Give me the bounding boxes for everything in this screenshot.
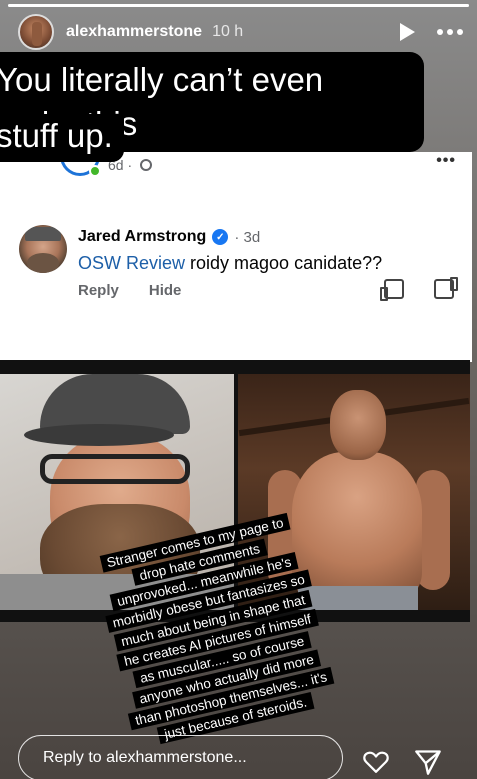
story-header: alexhammerstone 10 h [18,12,463,52]
story-progress-bar [8,4,469,7]
comment-actions: Reply Hide [78,282,181,299]
globe-icon [140,159,153,171]
verified-badge-icon: ✓ [212,229,229,245]
reply-placeholder: Reply to alexhammerstone... [43,749,247,766]
comment-time: · 3d [234,228,261,246]
send-icon[interactable] [414,748,442,776]
comment-screenshot: 6d · ••• Jared Armstrong ✓ · 3d OSW Revi… [0,152,472,362]
comment-body: roidy magoo canidate?? [185,253,383,273]
card-more-icon: ••• [436,152,456,169]
hide-action: Hide [148,282,182,299]
more-options-icon[interactable] [437,29,463,35]
story-time: 10 h [212,23,244,40]
comment-author: Jared Armstrong [78,228,207,245]
commenter-avatar [19,225,67,273]
username[interactable]: alexhammerstone [66,23,202,41]
story-container: alexhammerstone 10 h 6d · ••• Jared Arms… [0,0,477,779]
heart-icon[interactable] [362,750,390,774]
thumbs-down-icon [434,279,454,299]
profile-avatar[interactable] [18,14,54,50]
comment-text: OSW Review roidy magoo canidate?? [78,253,382,274]
story-progress-fill [8,4,469,7]
thumbs-up-icon [380,279,404,301]
reply-input[interactable]: Reply to alexhammerstone... [18,735,343,779]
comment-header: Jared Armstrong ✓ · 3d [78,228,260,246]
online-status-dot [89,165,101,177]
vote-icons [380,279,454,301]
reply-action: Reply [78,282,119,299]
header-actions [400,23,463,41]
play-icon[interactable] [400,23,415,41]
comment-mention: OSW Review [78,253,186,273]
caption-line-2: stuff up. [0,114,124,162]
